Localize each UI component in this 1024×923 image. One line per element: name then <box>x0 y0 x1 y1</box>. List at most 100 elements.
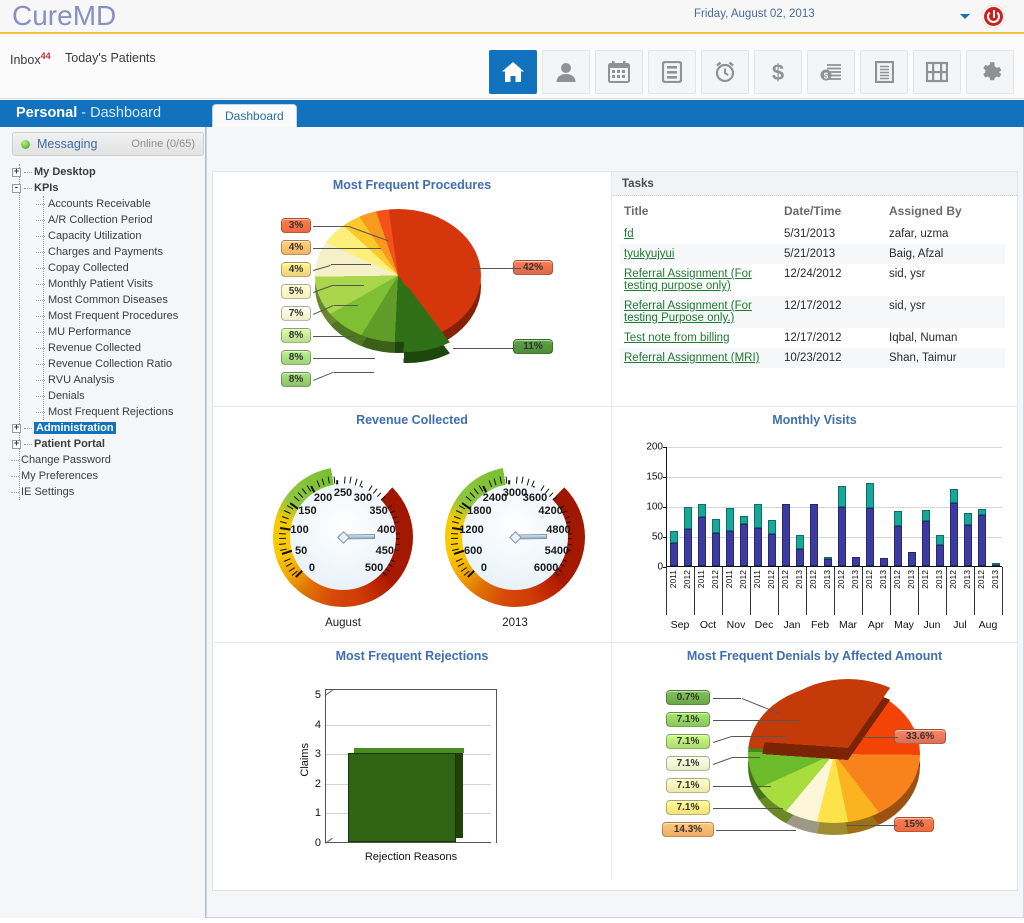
calendar-icon-button[interactable] <box>595 50 643 94</box>
sidebar-item-charges-and-payments[interactable]: Charges and Payments <box>8 244 206 260</box>
gauge-tick-label: 200 <box>313 491 333 504</box>
bar <box>866 483 874 566</box>
bar <box>838 486 846 566</box>
collapse-icon[interactable]: - <box>12 183 21 193</box>
module-toolbar: $ $ <box>489 50 1014 94</box>
pie-slice-label: 14.3% <box>662 822 714 837</box>
bar-segment-lower <box>698 517 706 566</box>
x-axis-year-label: 2012 <box>738 570 748 589</box>
sidebar-item-ie-settings[interactable]: IE Settings <box>8 484 206 500</box>
sidebar-item-revenue-collected[interactable]: Revenue Collected <box>8 340 206 356</box>
x-axis-separator <box>834 567 835 615</box>
todays-patients-link[interactable]: Today's Patients <box>65 51 156 65</box>
sidebar-item-most-frequent-procedures[interactable]: Most Frequent Procedures <box>8 308 206 324</box>
bar-segment-lower <box>894 526 902 566</box>
pie-leader-line <box>332 285 364 286</box>
widget-monthly-visits: Monthly Visits 0 50 100 150 200 2011 2012 2011 2… <box>612 407 1017 643</box>
dollar-icon-button[interactable]: $ <box>754 50 802 94</box>
widget-most-frequent-denials: Most Frequent Denials by Affected Amount… <box>612 643 1017 879</box>
sidebar-item-a-r-collection-period[interactable]: A/R Collection Period <box>8 212 206 228</box>
gear-icon-button[interactable] <box>966 50 1014 94</box>
inbox-link[interactable]: Inbox44 <box>10 51 51 67</box>
widget-revenue-collected: Revenue Collected 0 50 100 150 200 250 300 350 4… <box>213 407 612 643</box>
bar-segment-lower <box>796 549 804 566</box>
sidebar-item-denials[interactable]: Denials <box>8 388 206 404</box>
expand-icon[interactable]: + <box>12 167 21 177</box>
sidebar-item-change-password[interactable]: Change Password <box>8 452 206 468</box>
sidebar-item-my-desktop[interactable]: + My Desktop <box>8 164 206 180</box>
bar-segment-upper <box>768 520 776 535</box>
gauge-tick-label: 3600 <box>522 491 548 504</box>
server-icon-button[interactable] <box>648 50 696 94</box>
task-assigned-cell: Shan, Taimur <box>885 348 1005 368</box>
document-icon-button[interactable] <box>860 50 908 94</box>
sidebar-item-label: Charges and Payments <box>48 246 163 258</box>
alarm-clock-icon-button[interactable] <box>701 50 749 94</box>
plot-area: 0 1 2 3 4 5 <box>315 689 491 849</box>
gear-icon <box>983 62 1002 81</box>
pie-slice-label: 7.1% <box>666 800 710 815</box>
task-title-link[interactable]: Referral Assignment (For testing Purpose… <box>624 300 752 324</box>
sidebar-item-most-frequent-rejections[interactable]: Most Frequent Rejections <box>8 404 206 420</box>
tab-dashboard[interactable]: Dashboard <box>212 104 297 127</box>
home-icon-button[interactable] <box>489 50 537 94</box>
x-axis-year-label: 2013 <box>794 570 804 589</box>
bar-segment-lower <box>922 521 930 566</box>
x-axis-separator <box>890 567 891 615</box>
sidebar-item-capacity-utilization[interactable]: Capacity Utilization <box>8 228 206 244</box>
sidebar-item-monthly-patient-visits[interactable]: Monthly Patient Visits <box>8 276 206 292</box>
table-row: fd 5/31/2013 zafar, uzma <box>620 224 1005 244</box>
y-axis-tick <box>663 537 667 538</box>
chevron-down-icon[interactable] <box>960 14 970 19</box>
film-icon-button[interactable] <box>913 50 961 94</box>
sidebar-item-copay-collected[interactable]: Copay Collected <box>8 260 206 276</box>
x-axis-separator <box>974 567 975 615</box>
bar <box>684 507 692 566</box>
x-axis-separator <box>1002 567 1003 615</box>
task-title-link[interactable]: Referral Assignment (MRI) <box>624 352 759 364</box>
tree-connector <box>24 187 32 189</box>
sidebar-item-label: Most Frequent Procedures <box>48 310 179 322</box>
patient-icon-button[interactable] <box>542 50 590 94</box>
expand-icon[interactable]: + <box>12 439 21 449</box>
task-title-cell: fd <box>620 224 780 244</box>
pie-leader-line <box>862 737 898 738</box>
tree-guide-line-2 <box>43 196 44 420</box>
bar <box>740 516 748 566</box>
sidebar-item-label: Denials <box>48 390 85 402</box>
gauge-tick-label: 450 <box>375 544 395 557</box>
gauge-august: 0 50 100 150 200 250 300 350 400 450 500 <box>273 467 413 607</box>
power-icon[interactable] <box>982 5 1005 28</box>
task-title-link[interactable]: fd <box>624 228 634 240</box>
x-axis-year-label: 2012 <box>920 570 930 589</box>
task-title-link[interactable]: Test note from billing <box>624 332 729 344</box>
table-row: Referral Assignment (For testing Purpose… <box>620 296 1005 328</box>
task-title-cell: Referral Assignment (For testing Purpose… <box>620 296 780 328</box>
pie-leader-line <box>713 786 771 787</box>
invoice-icon-button[interactable]: $ <box>807 50 855 94</box>
pie-slice-label: 7.1% <box>666 734 710 749</box>
sidebar-item-rvu-analysis[interactable]: RVU Analysis <box>8 372 206 388</box>
x-axis-separator <box>778 567 779 615</box>
sidebar-item-my-preferences[interactable]: My Preferences <box>8 468 206 484</box>
sidebar-item-revenue-collection-ratio[interactable]: Revenue Collection Ratio <box>8 356 206 372</box>
home-icon <box>502 62 524 82</box>
messaging-bar[interactable]: Messaging Online (0/65) <box>12 132 204 156</box>
sidebar-header-bold: Personal <box>16 105 78 121</box>
expand-icon[interactable]: + <box>12 423 21 433</box>
patient-icon <box>556 63 576 82</box>
x-axis-separator <box>918 567 919 615</box>
sidebar-item-patient-portal[interactable]: + Patient Portal <box>8 436 206 452</box>
sidebar-item-mu-performance[interactable]: MU Performance <box>8 324 206 340</box>
x-axis-separator <box>694 567 695 615</box>
sidebar-item-most-common-diseases[interactable]: Most Common Diseases <box>8 292 206 308</box>
sidebar-item-administration[interactable]: + Administration <box>8 420 206 436</box>
gauge-tick-label: 50 <box>295 544 308 557</box>
task-title-link[interactable]: tyukyujyui <box>624 248 675 260</box>
task-title-link[interactable]: Referral Assignment (For testing purpose… <box>624 268 752 292</box>
sidebar-item-accounts-receivable[interactable]: Accounts Receivable <box>8 196 206 212</box>
app-logo: CureMD <box>12 0 117 31</box>
x-axis-separator <box>666 567 667 615</box>
sidebar-item-kpis[interactable]: - KPIs <box>8 180 206 196</box>
x-axis-month-label: Mar <box>838 619 858 631</box>
